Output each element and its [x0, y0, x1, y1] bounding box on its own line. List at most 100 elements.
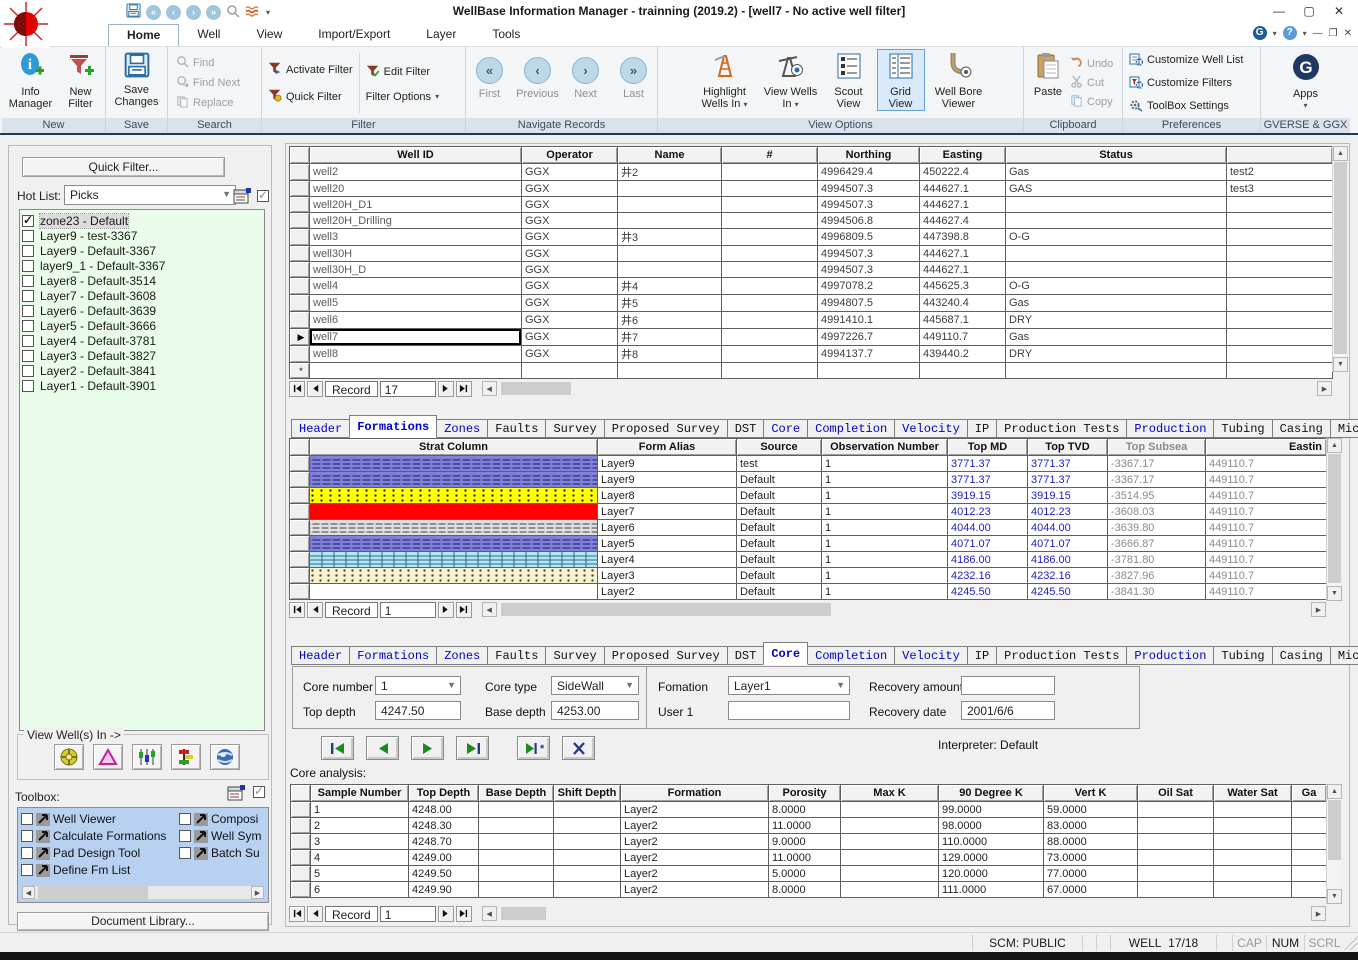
cell-name[interactable]: 井7 — [618, 329, 722, 346]
tab-formations-strip[interactable]: Casing — [1272, 419, 1331, 438]
cell-operator[interactable]: GGX — [522, 262, 618, 278]
last-record-button[interactable]: »Last — [611, 57, 657, 100]
document-library-button[interactable]: Document Library... — [17, 912, 269, 931]
tab-formations-strip[interactable]: Tubing — [1213, 419, 1272, 438]
last-record-icon[interactable]: » — [206, 5, 221, 20]
quick-filter-button[interactable]: Quick Filter — [268, 88, 353, 105]
toolbox-item[interactable]: Calculate Formations — [21, 829, 179, 843]
cell-source[interactable]: Default — [737, 568, 822, 584]
cell-extra[interactable] — [1227, 363, 1333, 379]
tab-core-strip[interactable]: Casing — [1272, 646, 1331, 665]
hot-list-item[interactable]: Layer2 - Default-3841 — [22, 363, 262, 378]
strat-chart-button[interactable] — [171, 744, 201, 770]
cell-max-k[interactable] — [841, 866, 939, 882]
core-new-record-button[interactable]: * — [517, 736, 550, 760]
cell-operator[interactable]: GGX — [522, 197, 618, 213]
cell-observation-number[interactable]: 1 — [822, 536, 948, 552]
cell-max-k[interactable] — [841, 818, 939, 834]
cell-northing[interactable]: 4996429.4 — [818, 164, 920, 181]
cell-northing[interactable]: 4994506.8 — [818, 213, 920, 229]
tab-formations-strip[interactable]: Faults — [487, 419, 546, 438]
cell-easting[interactable]: 439440.2 — [920, 346, 1006, 363]
formation-row[interactable]: Layer3 Default 1 4232.16 4232.16 -3827.9… — [290, 568, 1327, 584]
cell-form-alias[interactable]: Layer8 — [598, 488, 737, 504]
row-selector[interactable] — [290, 552, 310, 568]
cell-number[interactable] — [722, 246, 818, 262]
core-delete-button[interactable] — [562, 736, 595, 760]
toolbox-item-checkbox[interactable] — [21, 847, 33, 859]
cell-operator[interactable] — [522, 363, 618, 379]
tab-formations-strip[interactable]: Zones — [436, 419, 488, 438]
cell-top-depth[interactable]: 4249.90 — [409, 882, 479, 898]
cell-form-alias[interactable]: Layer4 — [598, 552, 737, 568]
cell-top-depth[interactable]: 4248.00 — [409, 802, 479, 818]
cell-top-md[interactable]: 4186.00 — [948, 552, 1028, 568]
top-depth-input[interactable]: 4247.50 — [375, 701, 461, 720]
record-first-button[interactable] — [289, 381, 305, 397]
cell-name[interactable]: 井5 — [618, 295, 722, 312]
cell-easting[interactable]: 449110.7 — [1206, 584, 1327, 600]
row-selector[interactable] — [290, 346, 310, 363]
cell-max-k[interactable] — [841, 850, 939, 866]
resize-grip[interactable] — [1344, 936, 1358, 950]
cell-operator[interactable]: GGX — [522, 278, 618, 295]
toolbox-item-checkbox[interactable] — [179, 847, 191, 859]
row-selector[interactable] — [290, 213, 310, 229]
cell-formation[interactable]: Layer2 — [621, 882, 769, 898]
cell-operator[interactable]: GGX — [522, 346, 618, 363]
tab-formations-strip[interactable]: Core — [763, 419, 808, 438]
cell-shift-depth[interactable] — [554, 834, 621, 850]
layer-checkbox[interactable] — [22, 215, 34, 227]
tab-core-strip[interactable]: Velocity — [894, 646, 968, 665]
cell-easting[interactable] — [920, 363, 1006, 379]
well-row[interactable]: well20H_Drilling GGX 4994506.8 444627.4 — [290, 213, 1333, 229]
cell-northing[interactable]: 4994507.3 — [818, 262, 920, 278]
row-selector[interactable] — [291, 802, 311, 818]
row-selector[interactable] — [290, 229, 310, 246]
cell-top-tvd[interactable]: 4232.16 — [1028, 568, 1108, 584]
well-row[interactable]: well5 GGX 井5 4994807.5 443240.4 Gas — [290, 295, 1333, 312]
cell-operator[interactable]: GGX — [522, 213, 618, 229]
cell-operator[interactable]: GGX — [522, 329, 618, 346]
quick-filter-button[interactable]: Quick Filter... — [22, 157, 225, 177]
cell-porosity[interactable]: 5.0000 — [769, 866, 841, 882]
well-grid-vscrollbar[interactable]: ▲ ▼ — [1332, 146, 1347, 372]
log-viewer-button[interactable] — [132, 744, 162, 770]
edit-filter-button[interactable]: Edit Filter — [366, 64, 439, 81]
gverse-menu-icon[interactable]: G — [1253, 26, 1267, 40]
cell-northing[interactable]: 4997078.2 — [818, 278, 920, 295]
cell-water-sat[interactable] — [1214, 850, 1292, 866]
well-row[interactable]: well30H GGX 4994507.3 444627.1 — [290, 246, 1333, 262]
core-first-button[interactable] — [321, 736, 354, 760]
cell-extra[interactable] — [1227, 213, 1333, 229]
customize-filters-button[interactable]: Customize Filters — [1129, 75, 1243, 92]
formation-row[interactable]: Layer4 Default 1 4186.00 4186.00 -3781.8… — [290, 552, 1327, 568]
toolbox-item-checkbox[interactable] — [21, 830, 33, 842]
cell-easting[interactable]: 444627.1 — [920, 246, 1006, 262]
cell-name[interactable] — [618, 181, 722, 197]
cell-base-depth[interactable] — [479, 818, 554, 834]
cell-observation-number[interactable]: 1 — [822, 504, 948, 520]
cell-number[interactable] — [722, 229, 818, 246]
strat-pattern-cell[interactable] — [310, 552, 598, 568]
cell-extra[interactable] — [1227, 346, 1333, 363]
cell-number[interactable] — [722, 278, 818, 295]
row-selector[interactable] — [290, 181, 310, 197]
toolbox-item[interactable]: Batch Su — [179, 846, 261, 860]
cell-easting[interactable]: 449110.7 — [1206, 520, 1327, 536]
row-selector[interactable] — [290, 584, 310, 600]
record-last-button[interactable] — [456, 381, 472, 397]
cell-extra[interactable] — [1227, 229, 1333, 246]
record-next-button[interactable] — [438, 602, 454, 618]
core-analysis-vscrollbar[interactable]: ▲ ▼ — [1326, 784, 1341, 904]
core-analysis-row[interactable]: 5 4249.50 Layer2 5.0000 120.0000 77.0000 — [291, 866, 1327, 882]
cell-observation-number[interactable]: 1 — [822, 520, 948, 536]
well-row[interactable]: * — [290, 363, 1333, 379]
hot-list-item[interactable]: zone23 - Default — [22, 213, 262, 228]
cell-well-id[interactable] — [310, 363, 522, 379]
cell-northing[interactable] — [818, 363, 920, 379]
cell-status[interactable] — [1006, 262, 1227, 278]
tab-core-strip[interactable]: IP — [967, 646, 997, 665]
cell-extra[interactable] — [1227, 262, 1333, 278]
cell-status[interactable]: O-G — [1006, 278, 1227, 295]
